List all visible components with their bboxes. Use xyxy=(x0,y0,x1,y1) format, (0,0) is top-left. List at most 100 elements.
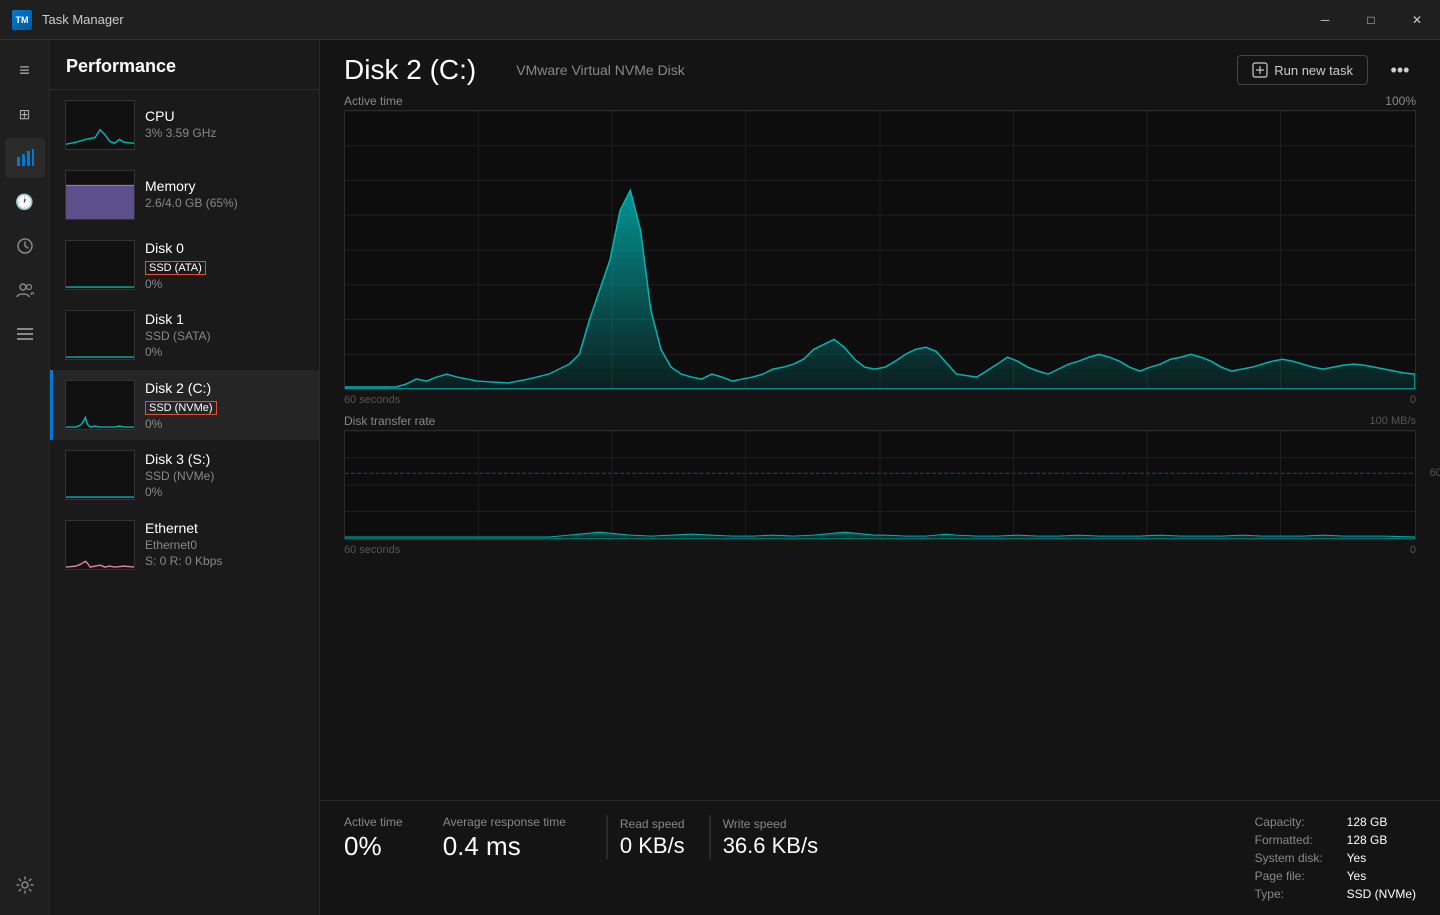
charts-area: Active time 100% xyxy=(320,94,1440,800)
main-title: Disk 2 (C:) xyxy=(344,54,476,86)
disk2-type: SSD (NVMe) xyxy=(145,401,217,415)
memory-info: Memory 2.6/4.0 GB (65%) xyxy=(145,178,307,212)
disk3-type: SSD (NVMe) xyxy=(145,469,307,483)
sidebar-header: Performance xyxy=(50,40,319,90)
type-value: SSD (NVMe) xyxy=(1347,887,1416,901)
page-file-value: Yes xyxy=(1347,869,1416,883)
transfer-label: Disk transfer rate xyxy=(344,414,435,428)
maximize-button[interactable]: □ xyxy=(1348,0,1394,40)
icon-nav: ≡ ⊞ 🕐 xyxy=(0,40,50,915)
memory-label: Memory xyxy=(145,178,307,194)
active-time-label: Active time xyxy=(344,94,403,108)
disk2-thumbnail xyxy=(65,380,135,430)
disk0-type: SSD (ATA) xyxy=(145,261,206,275)
app-title: Task Manager xyxy=(42,12,124,27)
disk1-thumbnail xyxy=(65,310,135,360)
disk0-thumbnail xyxy=(65,240,135,290)
stat-read-speed: Read speed 0 KB/s xyxy=(606,815,685,859)
system-disk-value: Yes xyxy=(1347,851,1416,865)
transfer-container: Disk transfer rate 100 MB/s xyxy=(344,414,1416,556)
cpu-thumbnail xyxy=(65,100,135,150)
transfer-60mbs: 60 MB/s xyxy=(1430,467,1440,479)
transfer-min: 0 xyxy=(1410,544,1416,556)
system-disk-label: System disk: xyxy=(1255,851,1323,865)
ethernet-sub1: Ethernet0 xyxy=(145,538,307,552)
nav-settings[interactable] xyxy=(5,865,45,905)
nav-history[interactable]: 🕐 xyxy=(5,182,45,222)
sidebar-item-cpu[interactable]: CPU 3% 3.59 GHz xyxy=(50,90,319,160)
page-file-label: Page file: xyxy=(1255,869,1323,883)
disk3-thumbnail xyxy=(65,450,135,500)
disk2-info: Disk 2 (C:) SSD (NVMe) 0% xyxy=(145,380,307,431)
sidebar-item-ethernet[interactable]: Ethernet Ethernet0 S: 0 R: 0 Kbps xyxy=(50,510,319,580)
active-time-label-row: Active time 100% xyxy=(344,94,1416,108)
nav-startup[interactable] xyxy=(5,226,45,266)
transfer-chart: 60 MB/s xyxy=(344,430,1416,540)
disk0-label: Disk 0 xyxy=(145,240,307,256)
stat-avg-response: Average response time 0.4 ms xyxy=(443,815,566,901)
stat-write-speed: Write speed 36.6 KB/s xyxy=(709,815,818,859)
close-button[interactable]: ✕ xyxy=(1394,0,1440,40)
disk0-percent: 0% xyxy=(145,277,307,291)
stat-active-time-value: 0% xyxy=(344,831,403,862)
nav-users[interactable] xyxy=(5,270,45,310)
ethernet-info: Ethernet Ethernet0 S: 0 R: 0 Kbps xyxy=(145,520,307,570)
sidebar-item-disk0[interactable]: Disk 0 SSD (ATA) 0% xyxy=(50,230,319,300)
disk1-info: Disk 1 SSD (SATA) 0% xyxy=(145,311,307,359)
titlebar: TM Task Manager ─ □ ✕ xyxy=(0,0,1440,40)
ethernet-label: Ethernet xyxy=(145,520,307,536)
app-body: ≡ ⊞ 🕐 xyxy=(0,40,1440,915)
window-controls: ─ □ ✕ xyxy=(1302,0,1440,40)
disk0-info: Disk 0 SSD (ATA) 0% xyxy=(145,240,307,291)
stats-row: Active time 0% Average response time 0.4… xyxy=(320,800,1440,915)
memory-thumbnail xyxy=(65,170,135,220)
active-time-60s: 60 seconds xyxy=(344,394,400,406)
formatted-label: Formatted: xyxy=(1255,833,1323,847)
nav-overview[interactable]: ⊞ xyxy=(5,94,45,134)
nav-details[interactable] xyxy=(5,314,45,354)
ethernet-sub2: S: 0 R: 0 Kbps xyxy=(145,554,307,568)
disk-type: VMware Virtual NVMe Disk xyxy=(516,62,685,78)
active-time-container: Active time 100% xyxy=(344,94,1416,406)
formatted-value: 128 GB xyxy=(1347,833,1416,847)
stat-write-value: 36.6 KB/s xyxy=(723,833,818,859)
disk2-label: Disk 2 (C:) xyxy=(145,380,307,396)
main-topbar: Disk 2 (C:) VMware Virtual NVMe Disk Run… xyxy=(320,40,1440,94)
minimize-button[interactable]: ─ xyxy=(1302,0,1348,40)
transfer-label-row: Disk transfer rate 100 MB/s xyxy=(344,414,1416,428)
sidebar-item-memory[interactable]: Memory 2.6/4.0 GB (65%) xyxy=(50,160,319,230)
disk1-type: SSD (SATA) xyxy=(145,329,307,343)
stat-avg-response-value: 0.4 ms xyxy=(443,831,566,862)
stat-active-time-label: Active time xyxy=(344,815,403,829)
cpu-label: CPU xyxy=(145,108,307,124)
disk3-percent: 0% xyxy=(145,485,307,499)
sidebar-item-disk3[interactable]: Disk 3 (S:) SSD (NVMe) 0% xyxy=(50,440,319,510)
capacity-value: 128 GB xyxy=(1347,815,1416,829)
disk1-label: Disk 1 xyxy=(145,311,307,327)
stat-active-time: Active time 0% xyxy=(344,815,403,901)
type-label: Type: xyxy=(1255,887,1323,901)
capacity-label: Capacity: xyxy=(1255,815,1323,829)
disk3-info: Disk 3 (S:) SSD (NVMe) 0% xyxy=(145,451,307,499)
active-time-chart xyxy=(344,110,1416,390)
disk1-percent: 0% xyxy=(145,345,307,359)
run-task-button[interactable]: Run new task xyxy=(1237,55,1368,85)
sidebar-item-disk2[interactable]: Disk 2 (C:) SSD (NVMe) 0% xyxy=(50,370,319,440)
nav-performance[interactable] xyxy=(5,138,45,178)
disk3-label: Disk 3 (S:) xyxy=(145,451,307,467)
stat-write-label: Write speed xyxy=(723,817,787,831)
disk2-percent: 0% xyxy=(145,417,307,431)
active-time-min: 0 xyxy=(1410,394,1416,406)
stat-avg-response-label: Average response time xyxy=(443,815,566,829)
main-title-group: Disk 2 (C:) xyxy=(344,54,476,86)
transfer-60s: 60 seconds xyxy=(344,544,400,556)
active-time-max: 100% xyxy=(1385,94,1416,108)
stat-speed-group: Read speed 0 KB/s Write speed 36.6 KB/s xyxy=(606,815,818,859)
sidebar: Performance CPU 3% 3.59 GHz Mem xyxy=(50,40,320,915)
nav-hamburger[interactable]: ≡ xyxy=(5,50,45,90)
sidebar-item-disk1[interactable]: Disk 1 SSD (SATA) 0% xyxy=(50,300,319,370)
more-button[interactable]: ••• xyxy=(1384,54,1416,86)
cpu-sub: 3% 3.59 GHz xyxy=(145,126,307,140)
main-content: Disk 2 (C:) VMware Virtual NVMe Disk Run… xyxy=(320,40,1440,915)
transfer-max-label: 100 MB/s xyxy=(1370,415,1416,427)
